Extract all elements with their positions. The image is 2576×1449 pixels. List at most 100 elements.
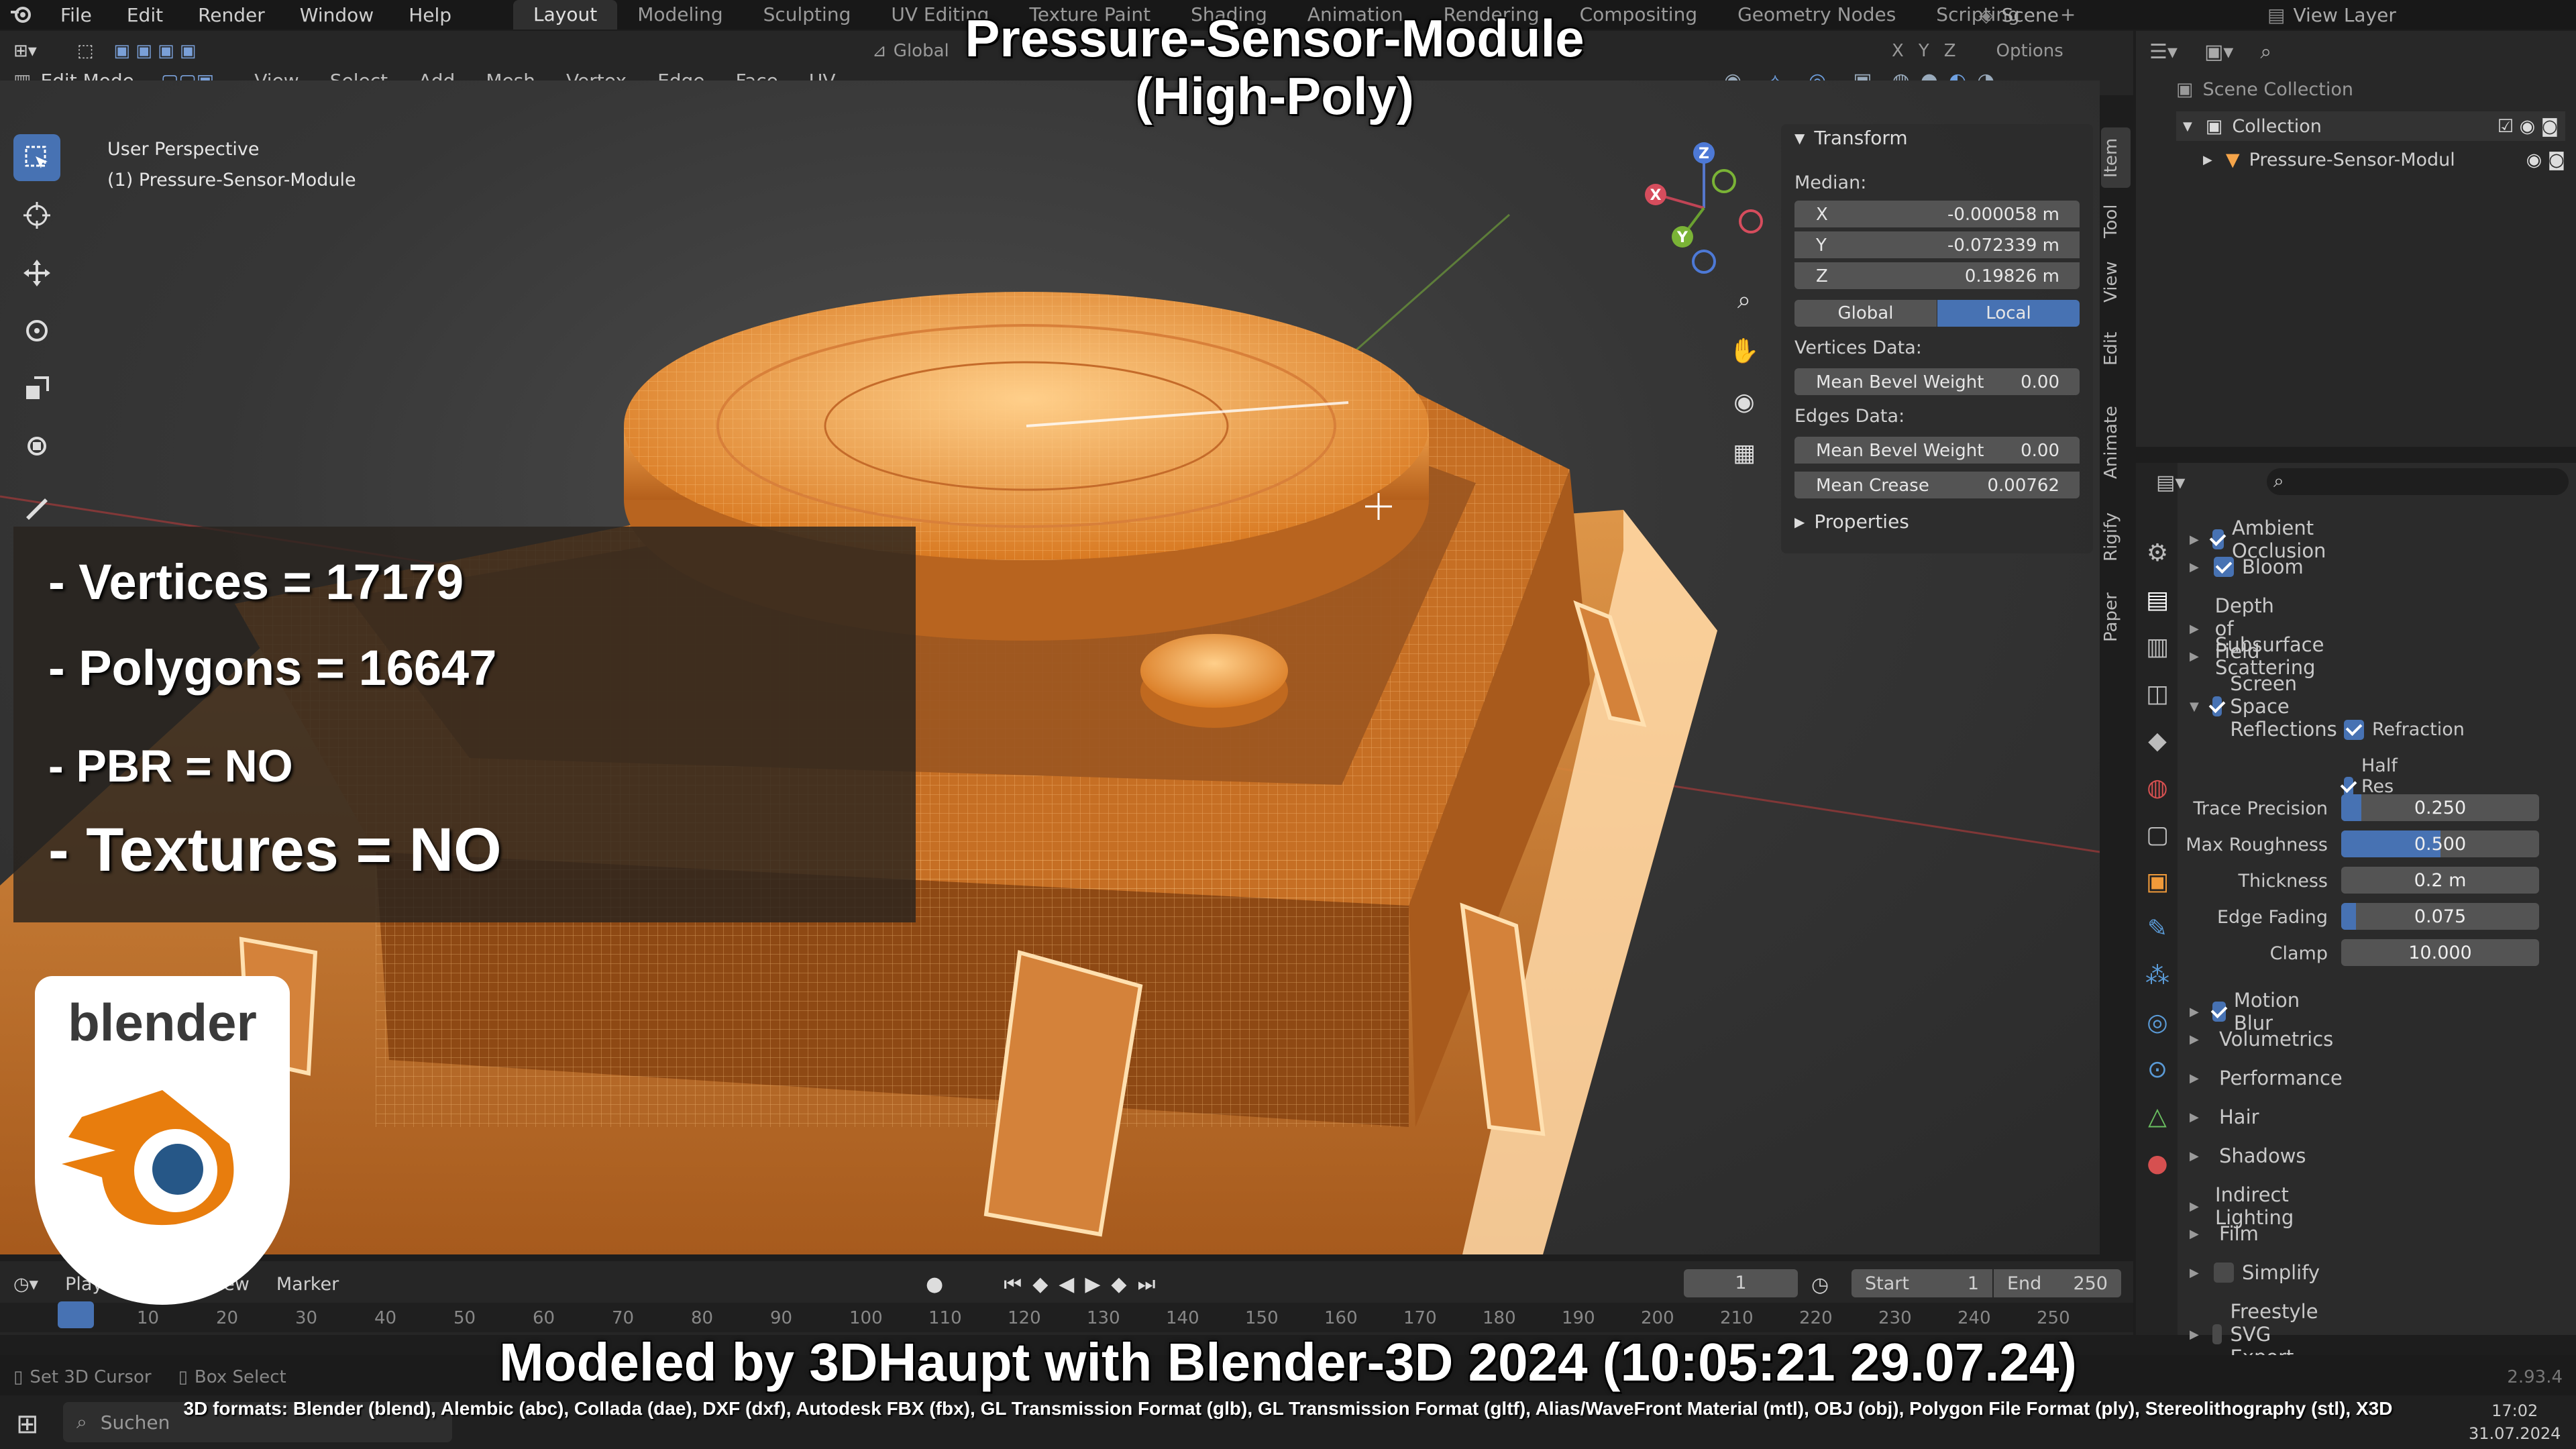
tab-modeling[interactable]: Modeling	[617, 0, 743, 30]
select-tool-icon[interactable]: ⬚	[77, 41, 94, 61]
zoom-icon[interactable]: ⌕	[1724, 275, 1764, 326]
playhead[interactable]	[58, 1301, 94, 1328]
render-props-icon[interactable]: ▤	[2144, 577, 2171, 624]
expand-icon[interactable]: ▶	[2190, 1149, 2200, 1163]
expand-icon[interactable]: ▶	[2190, 649, 2199, 663]
expand-icon[interactable]: ▶	[2190, 560, 2200, 574]
ssr-slider[interactable]: 0.075	[2341, 903, 2539, 930]
play-reverse-icon[interactable]: ◀	[1059, 1273, 1074, 1296]
timeline-editor-icon[interactable]: ◷▾	[13, 1274, 38, 1295]
view-layer-selector[interactable]: View Layer	[2293, 4, 2396, 26]
ssr-slider[interactable]: 0.2 m	[2341, 867, 2539, 894]
render-section-row[interactable]: ▶ Performance	[2190, 1067, 2343, 1089]
scale-tool-icon[interactable]	[13, 365, 60, 412]
object-label[interactable]: Pressure-Sensor-Modul	[2249, 150, 2455, 170]
tab-item[interactable]: Item	[2101, 127, 2131, 188]
menu-window[interactable]: Window	[300, 4, 374, 26]
median-z-field[interactable]: Z 0.19826 m	[1794, 262, 2080, 289]
ssr-option-row[interactable]: Refraction	[2344, 719, 2465, 740]
tab-view[interactable]: View	[2101, 255, 2131, 309]
editor-type-icon[interactable]: ⊞▾	[13, 41, 37, 61]
expand-icon[interactable]: ▶	[2190, 1071, 2200, 1085]
render-section-row[interactable]: ▶ Bloom	[2190, 555, 2304, 578]
collection-expand-icon[interactable]: ▼	[2183, 119, 2192, 133]
tab-animate[interactable]: Animate	[2101, 396, 2131, 490]
material-props-icon[interactable]: ●	[2144, 1140, 2171, 1187]
props-editor-icon[interactable]: ▤▾	[2156, 471, 2185, 494]
props-search-input[interactable]: ⌕	[2267, 468, 2569, 495]
expand-icon[interactable]: ▶	[2190, 1199, 2199, 1214]
render-section-row[interactable]: ▶ Simplify	[2190, 1261, 2320, 1284]
transform-header[interactable]: Transform	[1814, 127, 1907, 149]
menu-help[interactable]: Help	[409, 4, 451, 26]
preview-range-icon[interactable]: ◷	[1811, 1273, 1829, 1297]
expand-icon[interactable]: ▶	[2190, 1005, 2199, 1019]
global-toggle[interactable]: Global	[1794, 300, 1937, 327]
median-x-field[interactable]: X -0.000058 m	[1794, 201, 2080, 227]
section-checkbox[interactable]	[2214, 557, 2234, 577]
section-checkbox[interactable]	[2214, 1263, 2234, 1283]
prev-key-icon[interactable]: ◆	[1032, 1273, 1048, 1296]
collection-label[interactable]: Collection	[2232, 116, 2322, 137]
axis-x-toggle[interactable]: X	[1892, 41, 1904, 61]
render-section-row[interactable]: ▶ Shadows	[2190, 1144, 2306, 1167]
render-section-row[interactable]: ▼ Screen Space Reflections	[2190, 672, 2349, 741]
physics-props-icon[interactable]: ◎	[2144, 1000, 2171, 1046]
properties-expand-icon[interactable]: ▶	[1794, 514, 1805, 530]
tab-edit[interactable]: Edit	[2101, 322, 2131, 376]
render-section-row[interactable]: ▶ Volumetrics	[2190, 1028, 2333, 1051]
marker-menu[interactable]: Marker	[276, 1274, 339, 1295]
play-icon[interactable]: ▶	[1085, 1273, 1100, 1296]
rotate-tool-icon[interactable]	[13, 307, 60, 354]
properties-header[interactable]: Properties	[1814, 511, 1909, 533]
ssr-slider[interactable]: 10.000	[2341, 939, 2539, 966]
vertex-bevel-field[interactable]: Mean Bevel Weight 0.00	[1794, 368, 2080, 395]
menu-file[interactable]: File	[60, 4, 92, 26]
expand-icon[interactable]: ▶	[2190, 1110, 2200, 1124]
data-props-icon[interactable]: △	[2144, 1093, 2171, 1140]
tool-props-icon[interactable]: ⚙	[2144, 530, 2171, 577]
record-icon[interactable]: ●	[926, 1273, 943, 1296]
section-checkbox[interactable]	[2212, 529, 2224, 549]
transform-tool-icon[interactable]	[13, 423, 60, 470]
outliner-editor-icon[interactable]: ☰▾	[2149, 40, 2178, 64]
edge-crease-field[interactable]: Mean Crease 0.00762	[1794, 472, 2080, 498]
edge-bevel-field[interactable]: Mean Bevel Weight 0.00	[1794, 437, 2080, 464]
end-frame-field[interactable]: End 250	[1994, 1269, 2121, 1297]
ssr-option-checkbox[interactable]	[2344, 719, 2364, 740]
next-key-icon[interactable]: ◆	[1111, 1273, 1126, 1296]
annotate-tool-icon[interactable]	[13, 483, 60, 530]
local-toggle[interactable]: Local	[1937, 300, 2080, 327]
navigation-gizmo[interactable]: Z X Y	[1630, 134, 1778, 282]
grid-toggle-icon[interactable]: ▦	[1724, 428, 1764, 479]
render-section-row[interactable]: ▶ Hair	[2190, 1106, 2259, 1128]
pan-hand-icon[interactable]: ✋	[1724, 326, 1764, 377]
current-frame-field[interactable]: 1	[1684, 1269, 1798, 1297]
section-checkbox[interactable]	[2212, 696, 2222, 716]
tab-paper[interactable]: Paper	[2101, 584, 2131, 651]
median-y-field[interactable]: Y -0.072339 m	[1794, 231, 2080, 258]
move-tool-icon[interactable]	[13, 250, 60, 297]
menu-render[interactable]: Render	[198, 4, 265, 26]
expand-icon[interactable]: ▶	[2190, 1227, 2200, 1241]
collapse-icon[interactable]: ▼	[1794, 130, 1805, 146]
camera-icon[interactable]: ◉	[1724, 377, 1764, 428]
cursor-tool-icon[interactable]	[13, 192, 60, 239]
object-expand-icon[interactable]: ▶	[2203, 153, 2212, 167]
expand-icon[interactable]: ▶	[2190, 1266, 2200, 1280]
ssr-option-checkbox[interactable]	[2344, 776, 2353, 797]
jump-end-icon[interactable]: ⏭	[1138, 1273, 1156, 1296]
axis-y-toggle[interactable]: Y	[1919, 41, 1929, 61]
expand-icon[interactable]: ▶	[2190, 533, 2199, 547]
expand-icon[interactable]: ▶	[2190, 1032, 2200, 1046]
collection-visibility-icons[interactable]: ☑ ◉ ◙	[2498, 116, 2559, 137]
select-mode-icons[interactable]: ▣ ▣ ▣ ▣	[113, 41, 196, 61]
ssr-slider[interactable]: 0.250	[2341, 794, 2539, 821]
menu-edit[interactable]: Edit	[127, 4, 163, 26]
render-section-row[interactable]: ▶ Film	[2190, 1222, 2259, 1245]
constraints-props-icon[interactable]: ⊙	[2144, 1046, 2171, 1093]
blender-menu-icon[interactable]	[9, 3, 34, 27]
frame-ruler[interactable]: 0102030405060708090100110120130140150160…	[0, 1303, 2133, 1332]
tab-rigify[interactable]: Rigify	[2101, 503, 2131, 570]
axis-z-toggle[interactable]: Z	[1944, 41, 1956, 61]
